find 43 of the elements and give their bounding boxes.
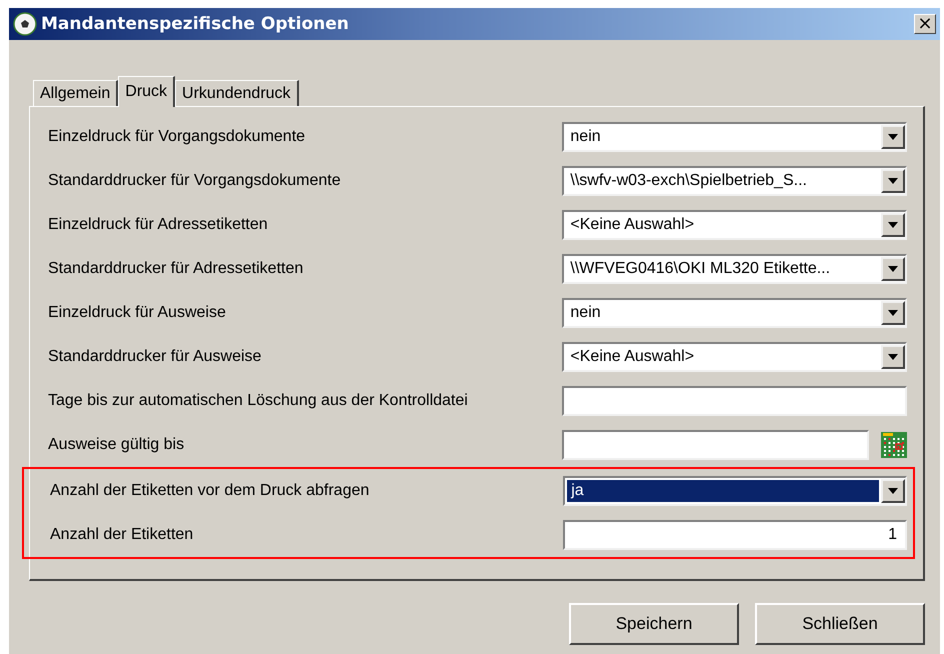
field-label: Einzeldruck für Adressetiketten [48, 216, 269, 234]
number-field[interactable]: 1 [563, 520, 907, 550]
dropdown-button[interactable] [881, 125, 905, 149]
tab[interactable]: Urkundendruck [175, 80, 299, 106]
text-field[interactable] [562, 386, 907, 416]
tab[interactable]: Allgemein [33, 80, 118, 106]
dropdown-arrow-icon [888, 134, 898, 140]
dropdown-arrow-icon [888, 178, 898, 184]
dropdown-field[interactable]: <Keine Auswahl> [562, 210, 907, 240]
field-label: Anzahl der Etiketten vor dem Druck abfragen [50, 482, 370, 500]
dropdown-arrow-icon [888, 266, 898, 272]
dropdown-arrow-icon [888, 310, 898, 316]
field-label: Ausweise gültig bis [48, 436, 186, 454]
dropdown-field[interactable]: nein [562, 122, 907, 152]
dropdown-arrow-icon [888, 222, 898, 228]
dropdown-field[interactable]: ja [563, 476, 907, 506]
dropdown-button[interactable] [881, 213, 905, 237]
save-button[interactable]: Speichern [569, 603, 739, 645]
dropdown-field[interactable]: \\swfv-w03-exch\Spielbetrieb_S... [562, 166, 907, 196]
field-label: Standarddrucker für Ausweise [48, 348, 262, 366]
dropdown-button[interactable] [881, 257, 905, 281]
dropdown-button[interactable] [881, 301, 905, 325]
dropdown-field[interactable]: nein [562, 298, 907, 328]
field-label: Anzahl der Etiketten [50, 526, 194, 544]
field-label: Standarddrucker für Vorgangsdokumente [48, 172, 342, 190]
field-label: Einzeldruck für Ausweise [48, 304, 227, 322]
field-label: Standarddrucker für Adressetiketten [48, 260, 304, 278]
close-button[interactable]: × [914, 14, 936, 34]
dropdown-field[interactable]: \\WFVEG0416\OKI ML320 Etikette... [562, 254, 907, 284]
dropdown-arrow-icon [888, 488, 898, 494]
calendar-icon[interactable] [881, 432, 907, 458]
date-field[interactable] [562, 430, 869, 460]
soccer-ball-icon [13, 12, 37, 36]
dropdown-arrow-icon [888, 354, 898, 360]
dropdown-button[interactable] [881, 345, 905, 369]
dropdown-field[interactable]: <Keine Auswahl> [562, 342, 907, 372]
dropdown-button[interactable] [881, 169, 905, 193]
close-dialog-button[interactable]: Schließen [755, 603, 925, 645]
dropdown-button[interactable] [881, 479, 905, 503]
window-title: Mandantenspezifische Optionen [41, 14, 350, 34]
field-label: Tage bis zur automatischen Löschung aus der Kontrolldatei [48, 392, 469, 410]
field-label: Einzeldruck für Vorgangsdokumente [48, 128, 306, 146]
tab[interactable]: Druck [118, 76, 176, 107]
